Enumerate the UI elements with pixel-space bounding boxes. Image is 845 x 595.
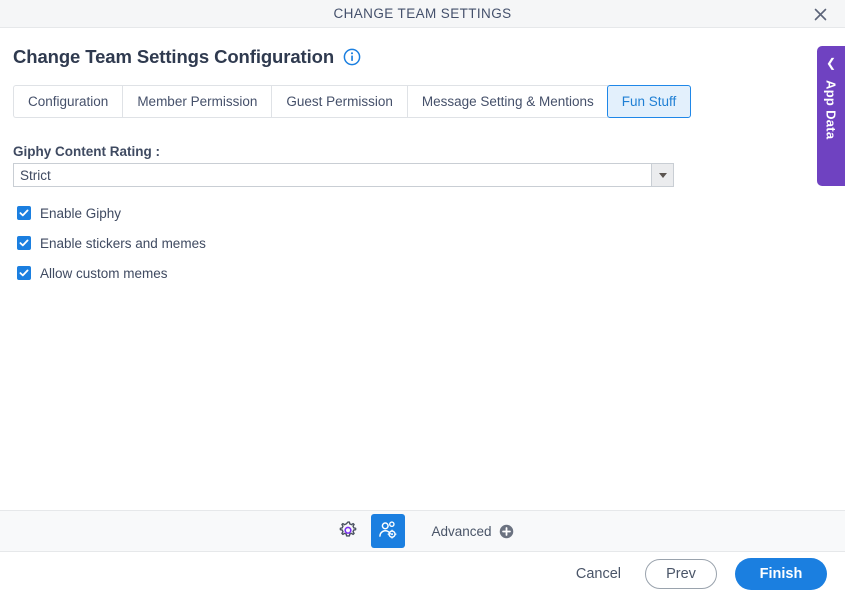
- checkbox-label: Allow custom memes: [40, 265, 168, 281]
- tab-bar: Configuration Member Permission Guest Pe…: [13, 85, 692, 118]
- settings-gear-button[interactable]: [331, 514, 365, 548]
- window-title: CHANGE TEAM SETTINGS: [333, 6, 512, 21]
- tab-configuration[interactable]: Configuration: [13, 85, 123, 118]
- checkbox-row-enable-giphy[interactable]: Enable Giphy: [17, 198, 206, 228]
- tab-member-permission[interactable]: Member Permission: [122, 85, 272, 118]
- check-icon: [19, 209, 29, 217]
- advanced-button[interactable]: Advanced: [431, 524, 513, 539]
- user-settings-icon: [379, 521, 397, 539]
- app-data-panel-toggle[interactable]: ❮ App Data: [817, 46, 845, 186]
- checkbox-row-enable-stickers-and-memes[interactable]: Enable stickers and memes: [17, 228, 206, 258]
- page-title: Change Team Settings Configuration: [13, 46, 335, 67]
- gear-icon: [340, 521, 357, 537]
- tab-message-setting-mentions[interactable]: Message Setting & Mentions: [406, 85, 608, 118]
- checkbox-group: Enable Giphy Enable stickers and memes A…: [17, 198, 206, 288]
- plus-circle-icon[interactable]: [499, 524, 514, 539]
- giphy-rating-label: Giphy Content Rating :: [13, 144, 160, 159]
- bottom-toolbar: Advanced: [0, 510, 845, 552]
- tab-fun-stuff[interactable]: Fun Stuff: [606, 85, 692, 118]
- tab-label: Guest Permission: [286, 94, 393, 109]
- checkbox-label: Enable Giphy: [40, 205, 122, 221]
- tab-label: Fun Stuff: [621, 94, 677, 109]
- checkbox-row-allow-custom-memes[interactable]: Allow custom memes: [17, 258, 206, 288]
- check-icon: [19, 269, 29, 277]
- chevron-left-icon: ❮: [825, 56, 837, 70]
- advanced-label: Advanced: [431, 523, 492, 539]
- app-data-label: App Data: [823, 80, 839, 140]
- checkbox-allow-custom-memes[interactable]: [17, 266, 31, 280]
- user-settings-button[interactable]: [371, 514, 406, 548]
- info-icon[interactable]: [343, 48, 361, 66]
- tab-guest-permission[interactable]: Guest Permission: [271, 85, 407, 118]
- giphy-rating-dropdown-button[interactable]: [651, 164, 673, 186]
- checkbox-label: Enable stickers and memes: [40, 235, 206, 251]
- tab-label: Member Permission: [137, 94, 258, 109]
- tab-label: Message Setting & Mentions: [421, 94, 594, 109]
- checkbox-enable-giphy[interactable]: [17, 206, 31, 220]
- finish-button[interactable]: Finish: [735, 557, 827, 590]
- checkbox-enable-stickers-and-memes[interactable]: [17, 236, 31, 250]
- window-title-bar: CHANGE TEAM SETTINGS: [0, 0, 845, 28]
- cancel-button[interactable]: Cancel: [570, 562, 627, 586]
- giphy-rating-select[interactable]: Strict: [13, 163, 674, 187]
- chevron-down-icon: [658, 172, 667, 178]
- tab-label: Configuration: [28, 94, 109, 109]
- prev-button[interactable]: Prev: [645, 558, 717, 589]
- page-header: Change Team Settings Configuration: [13, 46, 361, 68]
- footer-actions: Cancel Prev Finish: [0, 552, 845, 595]
- check-icon: [19, 239, 29, 247]
- close-button[interactable]: [805, 0, 835, 28]
- giphy-rating-value[interactable]: Strict: [14, 164, 651, 186]
- close-icon: [814, 8, 826, 20]
